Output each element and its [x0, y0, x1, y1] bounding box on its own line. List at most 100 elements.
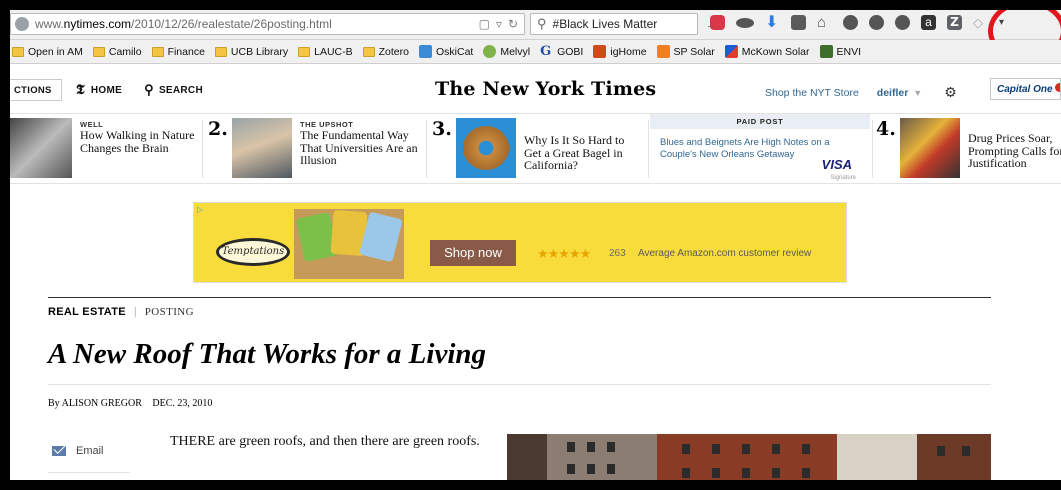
search-button[interactable]: ⚲ SEARCH [144, 82, 203, 98]
nyt-user-area: Shop the NYT Store deifler ▼ ⚙ [765, 84, 957, 101]
search-icon: ⚲ [537, 16, 547, 31]
temptations-ad[interactable]: ▷ Temptations Shop now ★★★★★ 263 Average… [193, 202, 847, 283]
ribbon-divider [648, 120, 649, 178]
story-headline: How Walking in Nature Changes the Brain [80, 128, 195, 155]
bookmark-label: UCB Library [230, 45, 289, 58]
oskicat-icon [418, 45, 432, 58]
sections-button[interactable]: CTIONS [10, 79, 62, 101]
bookmark-lauc-b[interactable]: LAUC-B [298, 46, 353, 58]
photo-window [962, 446, 970, 456]
section-link[interactable]: REAL ESTATE [48, 306, 126, 318]
download-icon[interactable]: ⬇ [765, 15, 780, 31]
reader-view-icon[interactable]: ▢ [479, 17, 490, 31]
article-headline: A New Roof That Works for a Living [48, 338, 487, 370]
bookmark-ighome[interactable]: igHome [593, 45, 647, 58]
bookmark-label: igHome [610, 45, 647, 58]
story-text: Drug Prices Soar, Prompting Calls for Ju… [968, 132, 1061, 184]
shop-now-button[interactable]: Shop now [430, 240, 516, 266]
folder-icon [12, 46, 24, 57]
story-text: WELL How Walking in Nature Changes the B… [80, 120, 195, 184]
story-text: THE UPSHOT The Fundamental Way That Univ… [300, 120, 425, 184]
nyt-nav: CTIONS 𝕿 HOME ⚲ SEARCH [10, 79, 203, 101]
tag-icon[interactable]: ◇ [973, 15, 988, 30]
folder-icon [92, 46, 105, 57]
bookmark-open-in-am[interactable]: Open in AM [12, 46, 83, 58]
bookmark-label: Open in AM [28, 45, 83, 58]
visa-logo: VISA [821, 157, 852, 172]
dropdown-icon[interactable]: ▿ [496, 17, 502, 31]
headline-rule [48, 384, 991, 385]
reload-icon[interactable]: ↻ [508, 17, 518, 31]
folder-icon [151, 46, 164, 57]
nyt-logo[interactable]: The New York Times [435, 78, 656, 100]
ribbon-story-3[interactable]: 3. Why Is It So Hard to Get a Great Bage… [432, 114, 639, 184]
bookmark-finance[interactable]: Finance [151, 46, 205, 58]
photo-window [802, 444, 810, 454]
bookmark-gobi[interactable]: G GOBI [540, 45, 583, 58]
photo-window [682, 468, 690, 478]
photo-window [567, 442, 575, 452]
shop-store-link[interactable]: Shop the NYT Store [765, 87, 859, 99]
bookmark-label: Camilo [108, 45, 142, 58]
capital-one-swoosh-icon [1054, 83, 1060, 92]
story-rank: 3. [432, 118, 452, 140]
bookmark-label: McKown Solar [741, 45, 810, 58]
bookmark-melvyl[interactable]: Melvyl [483, 45, 530, 58]
story-headline: The Fundamental Way That Universities Ar… [300, 128, 418, 167]
url-bar-icons: ▢ ▿ ↻ [479, 17, 518, 31]
bookmark-ucb-library[interactable]: UCB Library [214, 45, 289, 58]
email-label: Email [76, 445, 104, 457]
bookmark-zotero[interactable]: Zotero [362, 46, 409, 58]
home-button[interactable]: 𝕿 HOME [76, 82, 122, 98]
ribbon-story-1[interactable]: WELL How Walking in Nature Changes the B… [10, 114, 195, 184]
ribbon-divider [426, 120, 427, 178]
article-body: THERE are green roofs, and then there ar… [170, 434, 480, 449]
article-kicker: REAL ESTATE | POSTING [48, 306, 194, 318]
search-query: #Black Lives Matter [552, 17, 658, 31]
user-menu[interactable]: deifler [877, 87, 909, 99]
photo-window [772, 468, 780, 478]
ribbon-story-4[interactable]: 4. Drug Prices Soar, Prompting Calls for… [876, 114, 1061, 184]
folder-icon [298, 46, 311, 57]
reader-icon[interactable] [736, 17, 754, 28]
url-bar[interactable]: www. nytimes.com/2010/12/26/realestate/26… [10, 13, 525, 35]
photo-window [567, 464, 575, 474]
chat-icon[interactable] [895, 15, 910, 30]
bookmark-mckown-solar[interactable]: McKown Solar [724, 45, 810, 58]
zotero-icon[interactable]: Z [947, 15, 962, 30]
print-icon[interactable] [791, 15, 806, 30]
bookmark-camilo[interactable]: Camilo [92, 45, 142, 58]
screenshot-frame: www. nytimes.com/2010/12/26/realestate/26… [0, 0, 1061, 490]
search-bar[interactable]: ⚲ #Black Lives Matter → [530, 13, 719, 35]
sponsor-label: Capital One [997, 84, 1053, 95]
sponsor-logo[interactable]: Capital One [990, 78, 1061, 100]
photo-window [742, 444, 750, 454]
bookmark-envi[interactable]: ENVI [819, 45, 861, 58]
bookmark-label: OskiCat [435, 45, 474, 58]
pocket-icon[interactable] [710, 15, 725, 30]
search-label: SEARCH [158, 84, 203, 96]
photo-window [587, 464, 595, 474]
story-rank: 4. [876, 118, 896, 140]
photo-window [607, 464, 615, 474]
kicker-separator: | [133, 306, 137, 318]
addon-icon[interactable] [843, 15, 858, 30]
publish-date: DEC. 23, 2010 [152, 398, 213, 409]
bookmark-label: GOBI [557, 45, 584, 58]
browser-window: www. nytimes.com/2010/12/26/realestate/26… [10, 10, 1061, 480]
adchoices-icon[interactable]: ▷ [197, 205, 203, 214]
bookmark-oskicat[interactable]: OskiCat [418, 45, 474, 58]
ribbon-story-2[interactable]: 2. THE UPSHOT The Fundamental Way That U… [208, 114, 425, 184]
home-icon[interactable]: ⌂ [817, 15, 832, 30]
bookmark-label: Melvyl [500, 45, 531, 58]
gear-icon[interactable]: ⚙ [944, 84, 957, 101]
chevron-down-icon[interactable]: ▼ [913, 88, 922, 98]
amazon-icon[interactable]: a [921, 15, 936, 30]
bookmark-sp-solar[interactable]: SP Solar [656, 45, 715, 58]
paid-post[interactable]: PAID POST Blues and Beignets Are High No… [650, 114, 870, 184]
bagel-icon [463, 126, 509, 170]
share-divider [48, 472, 130, 473]
addon2-icon[interactable] [869, 15, 884, 30]
subsection-link[interactable]: POSTING [145, 306, 194, 318]
email-share-button[interactable]: Email [52, 445, 104, 457]
